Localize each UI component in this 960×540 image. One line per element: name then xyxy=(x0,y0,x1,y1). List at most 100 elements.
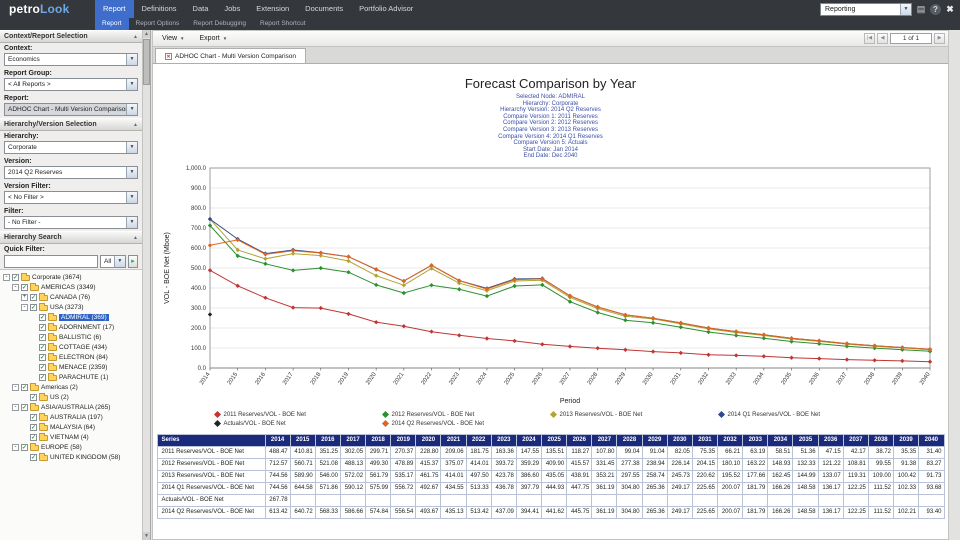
filter-select[interactable]: - No Filter - ▼ xyxy=(4,216,138,229)
nav-item-data[interactable]: Data xyxy=(185,0,217,18)
tree-item-us-2[interactable]: ✓US (2) xyxy=(0,392,142,402)
svg-text:2025: 2025 xyxy=(503,371,516,386)
checkbox-checked-icon[interactable]: ✓ xyxy=(30,424,37,431)
checkbox-checked-icon[interactable]: ✓ xyxy=(30,304,37,311)
table-row: 2011 Reserves/VOL - BOE Net488.47410.813… xyxy=(157,446,944,458)
tree-item-united-kingdom-58[interactable]: ✓UNITED KINGDOM (58) xyxy=(0,452,142,462)
collapse-node-icon[interactable]: - xyxy=(12,404,19,411)
nav-item-definitions[interactable]: Definitions xyxy=(134,0,185,18)
sidebar-scrollbar[interactable]: ▲ ▼ xyxy=(142,30,150,540)
prev-page-button[interactable]: ◀ xyxy=(877,33,888,44)
checkbox-checked-icon[interactable]: ✓ xyxy=(39,364,46,371)
table-cell: 162.45 xyxy=(768,470,793,482)
help-icon[interactable]: ? xyxy=(930,4,941,15)
version-select[interactable]: 2014 Q2 Reserves ▼ xyxy=(4,166,138,179)
nav-item-jobs[interactable]: Jobs xyxy=(216,0,248,18)
checkbox-checked-icon[interactable]: ✓ xyxy=(21,444,28,451)
checkbox-checked-icon[interactable]: ✓ xyxy=(39,314,46,321)
tree-item-asia-australia-265[interactable]: -✓ASIA/AUSTRALIA (265) xyxy=(0,402,142,412)
checkbox-checked-icon[interactable]: ✓ xyxy=(30,294,37,301)
quick-filter-scope-select[interactable]: All ▼ xyxy=(100,255,126,268)
close-icon[interactable]: ✖ xyxy=(944,3,956,15)
next-page-button[interactable]: ▶ xyxy=(934,33,945,44)
scrollbar-thumb[interactable] xyxy=(143,39,150,85)
legend-item-2014-q1-reserves-vol-boe-net: 2014 Q1 Reserves/VOL - BOE Net xyxy=(719,412,887,418)
subnav-item-report-debugging[interactable]: Report Debugging xyxy=(186,18,253,30)
checkbox-checked-icon[interactable]: ✓ xyxy=(39,324,46,331)
collapse-icon[interactable]: ▲ xyxy=(133,34,138,40)
nav-item-documents[interactable]: Documents xyxy=(297,0,351,18)
expand-node-icon[interactable]: + xyxy=(21,294,28,301)
collapse-node-icon[interactable]: - xyxy=(12,284,19,291)
checkbox-checked-icon[interactable]: ✓ xyxy=(39,344,46,351)
page-indicator[interactable]: 1 of 1 xyxy=(890,33,932,44)
subnav-item-report-shortcut[interactable]: Report Shortcut xyxy=(253,18,313,30)
tree-item-adornment-17[interactable]: ✓ADORNMENT (17) xyxy=(0,322,142,332)
scroll-up-icon[interactable]: ▲ xyxy=(143,30,150,38)
nav-item-portfolio-advisor[interactable]: Portfolio Advisor xyxy=(351,0,421,18)
report-select[interactable]: ADHOC Chart - Multi Version Comparison ▼ xyxy=(4,103,138,116)
tree-item-europe-58[interactable]: -✓EUROPE (58) xyxy=(0,442,142,452)
report-group-select[interactable]: < All Reports > ▼ xyxy=(4,78,138,91)
tab-adhoc-chart[interactable]: ✕ ADHOC Chart - Multi Version Comparison xyxy=(155,48,306,63)
checkbox-checked-icon[interactable]: ✓ xyxy=(21,284,28,291)
tree-item-parachute-1[interactable]: ✓PARACHUTE (1) xyxy=(0,372,142,382)
collapse-icon[interactable]: ▲ xyxy=(133,122,138,128)
tree-item-corporate-3674[interactable]: -✓Corporate (3674) xyxy=(0,272,142,282)
svg-text:700.0: 700.0 xyxy=(190,226,206,232)
hierarchy-select[interactable]: Corporate ▼ xyxy=(4,141,138,154)
section-hierarchy-search[interactable]: Hierarchy Search ▲ xyxy=(0,231,142,244)
checkbox-checked-icon[interactable]: ✓ xyxy=(30,454,37,461)
checkbox-checked-icon[interactable]: ✓ xyxy=(39,354,46,361)
checkbox-checked-icon[interactable]: ✓ xyxy=(30,434,37,441)
tree-item-canada-76[interactable]: +✓CANADA (76) xyxy=(0,292,142,302)
checkbox-checked-icon[interactable]: ✓ xyxy=(39,374,46,381)
context-select[interactable]: Economics ▼ xyxy=(4,53,138,66)
version-filter-select[interactable]: < No Filter > ▼ xyxy=(4,191,138,204)
checkbox-checked-icon[interactable]: ✓ xyxy=(21,404,28,411)
checkbox-checked-icon[interactable]: ✓ xyxy=(30,394,37,401)
tree-item-australia-197[interactable]: ✓AUSTRALIA (197) xyxy=(0,412,142,422)
tree-item-americas-2[interactable]: -✓Americas (2) xyxy=(0,382,142,392)
window-icon[interactable]: ▤ xyxy=(915,3,927,15)
tree-item-malaysia-64[interactable]: ✓MALAYSIA (64) xyxy=(0,422,142,432)
section-hierarchy-version[interactable]: Hierarchy/Version Selection ▲ xyxy=(0,118,142,131)
legend-label: 2014 Q1 Reserves/VOL - BOE Net xyxy=(728,412,820,418)
collapse-node-icon[interactable]: - xyxy=(3,274,10,281)
export-button[interactable]: Export ▼ xyxy=(194,33,234,44)
checkbox-checked-icon[interactable]: ✓ xyxy=(12,274,19,281)
quick-filter-input[interactable] xyxy=(4,255,98,268)
checkbox-checked-icon[interactable]: ✓ xyxy=(39,334,46,341)
reporting-select[interactable]: Reporting ▼ xyxy=(820,3,912,16)
column-header-year: 2016 xyxy=(315,434,340,446)
tree-item-usa-3273[interactable]: -✓USA (3273) xyxy=(0,302,142,312)
tree-item-cottage-434[interactable]: ✓COTTAGE (434) xyxy=(0,342,142,352)
section-context-report[interactable]: Context/Report Selection ▲ xyxy=(0,30,142,43)
collapse-icon[interactable]: ▲ xyxy=(133,235,138,241)
tree-item-menace-2359[interactable]: ✓MENACE (2359) xyxy=(0,362,142,372)
tree-item-electron-84[interactable]: ✓ELECTRON (84) xyxy=(0,352,142,362)
scroll-down-icon[interactable]: ▼ xyxy=(143,532,150,540)
table-cell: 119.31 xyxy=(843,470,868,482)
quick-filter-go-button[interactable]: ▸ xyxy=(128,255,138,268)
first-page-button[interactable]: |◀ xyxy=(864,33,875,44)
checkbox-checked-icon[interactable]: ✓ xyxy=(21,384,28,391)
table-cell xyxy=(617,494,642,506)
checkbox-checked-icon[interactable]: ✓ xyxy=(30,414,37,421)
tree-item-americas-3349[interactable]: -✓AMERICAS (3349) xyxy=(0,282,142,292)
table-cell: 361.19 xyxy=(592,506,617,518)
hierarchy-label: Hierarchy: xyxy=(0,131,142,141)
nav-item-extension[interactable]: Extension xyxy=(248,0,297,18)
tree-item-admiral-369[interactable]: ✓ADMIRAL (369) xyxy=(0,312,142,322)
collapse-node-icon[interactable]: - xyxy=(12,444,19,451)
tree-item-vietnam-4[interactable]: ✓VIETNAM (4) xyxy=(0,432,142,442)
table-cell: 461.75 xyxy=(416,470,441,482)
view-button[interactable]: View ▼ xyxy=(156,33,191,44)
collapse-node-icon[interactable]: - xyxy=(12,384,19,391)
tree-item-ballistic-6[interactable]: ✓BALLISTIC (6) xyxy=(0,332,142,342)
collapse-node-icon[interactable]: - xyxy=(21,304,28,311)
subnav-item-report-options[interactable]: Report Options xyxy=(129,18,187,30)
subnav-item-report[interactable]: Report xyxy=(95,18,129,30)
table-cell: 521.08 xyxy=(315,458,340,470)
nav-item-report[interactable]: Report xyxy=(95,0,134,18)
